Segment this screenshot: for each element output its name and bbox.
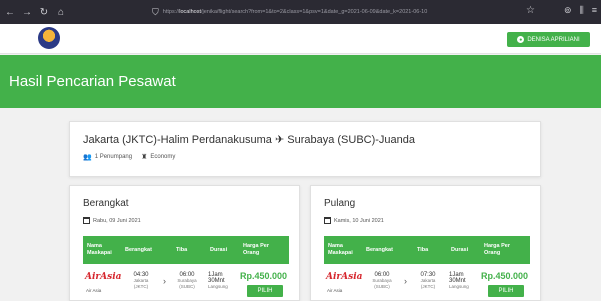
travel-class: Economy <box>150 154 176 160</box>
airasia-logo: AirAsia <box>326 272 363 282</box>
col-price: Harga Per Orang <box>243 243 269 256</box>
airasia-logo: AirAsia <box>85 272 122 282</box>
shield-icon: ⛉ <box>152 6 159 17</box>
browser-extensions: ⊚ ⫼ ≡ <box>564 5 597 16</box>
chevron-right-icon: › <box>404 276 407 286</box>
departure-date: Rabu, 09 Juni 2021 <box>83 217 141 224</box>
page-title: Hasil Pencarian Pesawat <box>9 73 176 90</box>
flight-type: Langsung <box>449 284 469 289</box>
col-duration: Durasi <box>451 246 469 253</box>
library-icon[interactable]: ⫼ <box>580 5 584 16</box>
departure-heading: Berangkat <box>83 198 129 209</box>
plane-icon: ✈ <box>274 134 285 146</box>
flight-row: AirAsia Air Asia 04:30 Jakarta (JKTC) › … <box>83 268 289 300</box>
calendar-icon <box>324 217 331 224</box>
site-navbar: ● DENISA APRILIANI <box>0 24 601 54</box>
seat-icon: ♜ <box>141 154 148 161</box>
return-table-header: Nama Maskapai Berangkat Tiba Durasi Harg… <box>324 236 530 264</box>
site-logo[interactable] <box>38 27 60 49</box>
depart-info: 06:00 Surabaya (SUBC) <box>368 272 396 289</box>
departure-date-text: Rabu, 09 Juni 2021 <box>93 217 141 224</box>
col-duration: Durasi <box>210 246 228 253</box>
forward-icon[interactable]: → <box>20 7 34 18</box>
airline-name: Air Asia <box>327 288 343 293</box>
user-name: DENISA APRILIANI <box>527 36 580 43</box>
flight-type: Langsung <box>208 284 228 289</box>
route-summary-card: Jakarta (JKTC)-Halim Perdanakusuma ✈ Sur… <box>69 121 541 177</box>
depart-info: 04:30 Jakarta (JKTC) <box>127 272 155 289</box>
calendar-icon <box>83 217 90 224</box>
arrive-info: 07:30 Jakarta (JKTC) <box>414 272 442 289</box>
address-bar[interactable]: ⛉ https:// localhost /jenika/flight/sear… <box>152 4 484 20</box>
flight-row: AirAsia Air Asia 06:00 Surabaya (SUBC) ›… <box>324 268 530 300</box>
return-date-text: Kamis, 10 Juni 2021 <box>334 217 384 224</box>
select-flight-button[interactable]: PILIH <box>247 285 283 297</box>
arrive-info: 06:00 Surabaya (SUBC) <box>173 272 201 289</box>
col-depart: Berangkat <box>366 246 393 253</box>
duration-info: 1Jam 30Mnt Langsung <box>449 272 477 290</box>
back-icon[interactable]: ← <box>3 7 17 18</box>
col-arrive: Tiba <box>176 246 188 253</box>
route-from: Jakarta (JKTC)-Halim Perdanakusuma <box>83 134 272 146</box>
route-title: Jakarta (JKTC)-Halim Perdanakusuma ✈ Sur… <box>83 133 415 146</box>
url-prefix: https:// <box>162 9 180 15</box>
arrive-code: (JKTC) <box>420 283 436 289</box>
col-depart: Berangkat <box>125 246 152 253</box>
users-icon: 👥 <box>83 154 92 161</box>
arrive-code: (SUBC) <box>179 283 195 289</box>
airline-name: Air Asia <box>86 288 102 293</box>
menu-icon[interactable]: ≡ <box>592 5 597 16</box>
duration-info: 1Jam 30Mnt Langsung <box>208 272 236 290</box>
route-meta: 👥 1 Penumpang ♜ Economy <box>83 153 175 161</box>
user-account-button[interactable]: ● DENISA APRILIANI <box>507 32 590 47</box>
col-airline: Nama Maskapai <box>87 243 112 256</box>
route-to: Surabaya (SUBC)-Juanda <box>287 134 416 146</box>
depart-code: (SUBC) <box>374 283 390 289</box>
select-flight-button[interactable]: PILIH <box>488 285 524 297</box>
depart-city: Surabaya <box>372 278 392 283</box>
price: Rp.450.000 <box>481 271 529 281</box>
passenger-count: 1 Penumpang <box>94 154 133 160</box>
return-card: Pulang Kamis, 10 Juni 2021 Nama Maskapai… <box>310 185 541 301</box>
price: Rp.450.000 <box>240 271 288 281</box>
col-price: Harga Per Orang <box>484 243 510 256</box>
hero-banner: Hasil Pencarian Pesawat <box>0 55 601 108</box>
bookmark-star-icon[interactable]: ☆ <box>526 5 535 16</box>
chevron-right-icon: › <box>163 276 166 286</box>
departure-card: Berangkat Rabu, 09 Juni 2021 Nama Maskap… <box>69 185 300 301</box>
pocket-icon[interactable]: ⊚ <box>564 5 572 16</box>
col-arrive: Tiba <box>417 246 429 253</box>
url-host: localhost <box>179 9 201 15</box>
home-icon[interactable]: ⌂ <box>54 7 68 18</box>
reload-icon[interactable]: ↻ <box>37 7 51 18</box>
depart-code: (JKTC) <box>133 283 149 289</box>
return-heading: Pulang <box>324 198 356 209</box>
arrive-city: Surabaya <box>177 278 197 283</box>
col-airline: Nama Maskapai <box>328 243 353 256</box>
user-circle-icon: ● <box>517 36 525 43</box>
departure-table-header: Nama Maskapai Berangkat Tiba Durasi Harg… <box>83 236 289 264</box>
url-path: /jenika/flight/search?from=1&to=2&class=… <box>201 9 428 15</box>
return-date: Kamis, 10 Juni 2021 <box>324 217 384 224</box>
browser-toolbar: ← → ↻ ⌂ ⛉ https:// localhost /jenika/fli… <box>0 0 601 24</box>
